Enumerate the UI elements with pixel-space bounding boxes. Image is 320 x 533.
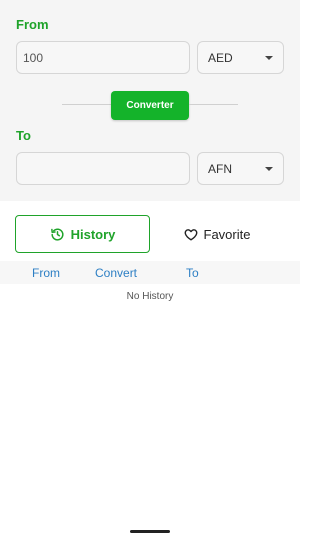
to-currency-value: AFN [208, 161, 232, 176]
history-table-header: From Convert To [0, 261, 300, 284]
from-currency-value: AED [208, 50, 233, 65]
empty-history-message: No History [126, 291, 174, 302]
converter-button[interactable]: Converter [111, 91, 189, 120]
tab-history-label: History [70, 226, 116, 242]
column-header-to: To [186, 266, 199, 280]
app-screen: From 100 AED Converter To AFN History Fa… [0, 0, 300, 533]
history-icon [50, 227, 65, 242]
from-amount-input[interactable]: 100 [16, 41, 190, 74]
from-label: From [16, 17, 49, 32]
tab-favorite[interactable]: Favorite [152, 215, 282, 253]
to-label: To [16, 128, 31, 143]
column-header-convert: Convert [95, 266, 138, 280]
chevron-down-icon [265, 55, 273, 60]
divider-right [189, 104, 238, 105]
heart-outline-icon [184, 228, 198, 241]
tab-history[interactable]: History [15, 215, 150, 253]
column-header-from: From [32, 266, 60, 280]
to-currency-select[interactable]: AFN [197, 152, 284, 185]
converter-panel: From 100 AED Converter To AFN [0, 0, 300, 201]
from-currency-select[interactable]: AED [197, 41, 284, 74]
chevron-down-icon [265, 166, 273, 171]
to-amount-input[interactable] [16, 152, 190, 185]
divider-left [62, 104, 111, 105]
tab-favorite-label: Favorite [203, 226, 251, 242]
